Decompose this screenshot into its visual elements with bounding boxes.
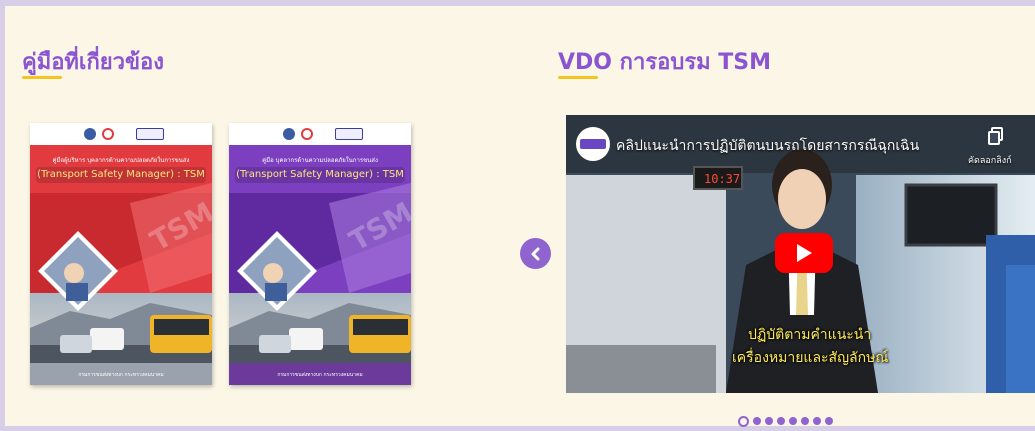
manual-card-1-header bbox=[30, 123, 212, 145]
carousel-pagination bbox=[738, 415, 833, 427]
manual-card-1-title: (Transport Safety Manager) : TSM bbox=[36, 167, 206, 183]
carousel-dot-8[interactable] bbox=[825, 417, 833, 425]
frame-top-border bbox=[0, 0, 1035, 6]
video-caption-line-2: เครื่องหมายและสัญลักษณ์ bbox=[732, 350, 889, 366]
manual-card-2-subtitle: คู่มือ บุคลากรด้านความปลอดภัยในการขนส่ง bbox=[262, 157, 378, 164]
manuals-title-underline bbox=[22, 76, 62, 79]
copy-link-label[interactable]: คัดลอกลิงก์ bbox=[968, 153, 1012, 167]
govt-seal-icon bbox=[84, 128, 96, 140]
heart-logo-icon bbox=[102, 128, 114, 140]
carousel-dot-4[interactable] bbox=[777, 417, 785, 425]
bus-clock-display: 10:37 bbox=[704, 172, 741, 186]
play-button[interactable] bbox=[775, 233, 833, 273]
govt-seal-icon bbox=[283, 128, 295, 140]
manual-card-2-title: (Transport Safety Manager) : TSM bbox=[235, 167, 405, 183]
carousel-dot-2[interactable] bbox=[753, 417, 761, 425]
frame-bottom-border bbox=[0, 426, 1035, 431]
manual-card-1-subtitle: คู่มือผู้บริหาร บุคลากรด้านความปลอดภัยใน… bbox=[52, 157, 190, 164]
carousel-dot-5[interactable] bbox=[789, 417, 797, 425]
carousel-dot-3[interactable] bbox=[765, 417, 773, 425]
carousel-prev-button[interactable] bbox=[520, 238, 551, 269]
manual-card-1-footer: กรมการขนส่งทางบก กระทรวงคมนาคม bbox=[78, 372, 164, 378]
manuals-section-title: คู่มือที่เกี่ยวข้อง bbox=[22, 50, 165, 75]
manual-card-1[interactable]: TSM คู่มือผู้บริหาร บุคลากรด้านความปลอดภ… bbox=[30, 123, 212, 385]
copy-icon bbox=[988, 127, 1003, 145]
manual-card-2-footer: กรมการขนส่งทางบก กระทรวงคมนาคม bbox=[277, 372, 363, 378]
tsm-logo-icon bbox=[580, 139, 606, 149]
heart-logo-icon bbox=[301, 128, 313, 140]
manual-card-2-header bbox=[229, 123, 411, 145]
video-caption-line-1: ปฏิบัติตามคำแนะนำ bbox=[748, 327, 872, 343]
manual-card-2[interactable]: TSM คู่มือ บุคลากรด้านความปลอดภัยในการขน… bbox=[229, 123, 411, 385]
chevron-left-icon bbox=[531, 247, 539, 260]
tsm-logo-icon bbox=[335, 128, 363, 140]
frame-left-border bbox=[0, 0, 5, 431]
carousel-dot-1[interactable] bbox=[738, 415, 749, 427]
video-player[interactable]: คลิปแนะนำการปฏิบัติตนบนรถโดยสารกรณีฉุกเฉ… bbox=[566, 115, 1035, 393]
carousel-dot-6[interactable] bbox=[801, 417, 809, 425]
carousel-dot-7[interactable] bbox=[813, 417, 821, 425]
play-icon bbox=[797, 244, 812, 262]
tsm-logo-icon bbox=[136, 128, 164, 140]
video-section-title: VDO การอบรม TSM bbox=[558, 50, 772, 75]
video-title-underline bbox=[558, 76, 598, 79]
video-title[interactable]: คลิปแนะนำการปฏิบัติตนบนรถโดยสารกรณีฉุกเฉ… bbox=[616, 135, 919, 157]
channel-avatar[interactable] bbox=[576, 127, 610, 161]
copy-link-button[interactable] bbox=[988, 127, 1004, 149]
